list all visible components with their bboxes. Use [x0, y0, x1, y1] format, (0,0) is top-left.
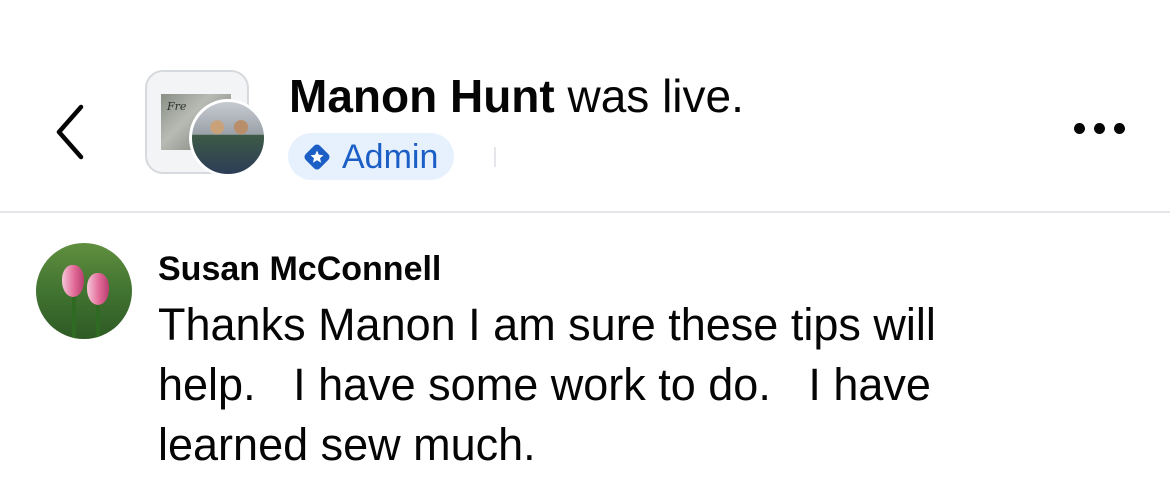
back-button[interactable]: [40, 96, 100, 168]
more-options-icon: [1073, 122, 1085, 134]
commenter-name[interactable]: Susan McConnell: [158, 249, 441, 289]
group-cover-script-mark: Fre: [167, 100, 187, 113]
post-status-text: was live.: [554, 70, 744, 122]
post-header: Fre Manon Hunt was live. Admin: [0, 0, 1170, 211]
chevron-left-icon: [56, 104, 84, 160]
more-options-button[interactable]: [1062, 108, 1136, 148]
admin-star-icon: [302, 142, 332, 172]
comment-text: Thanks Manon I am sure these tips will h…: [158, 299, 936, 470]
admin-badge-label: Admin: [342, 137, 439, 176]
tulip-stem: [72, 293, 76, 339]
tulip-flower: [62, 265, 84, 297]
post-title: Manon Hunt was live.: [289, 68, 744, 124]
commenter-avatar[interactable]: [36, 243, 132, 339]
tulip-flower: [87, 273, 109, 305]
author-avatar[interactable]: [189, 99, 267, 177]
more-options-icon-dot: [1093, 122, 1105, 134]
author-name[interactable]: Manon Hunt: [289, 70, 555, 122]
comment: Susan McConnell Thanks Manon I am sure t…: [0, 213, 1170, 492]
admin-badge[interactable]: Admin: [288, 133, 455, 180]
more-options-icon-dot: [1113, 122, 1125, 134]
tulip-stem: [96, 299, 100, 339]
truncated-subtitle-fade: [494, 147, 496, 167]
